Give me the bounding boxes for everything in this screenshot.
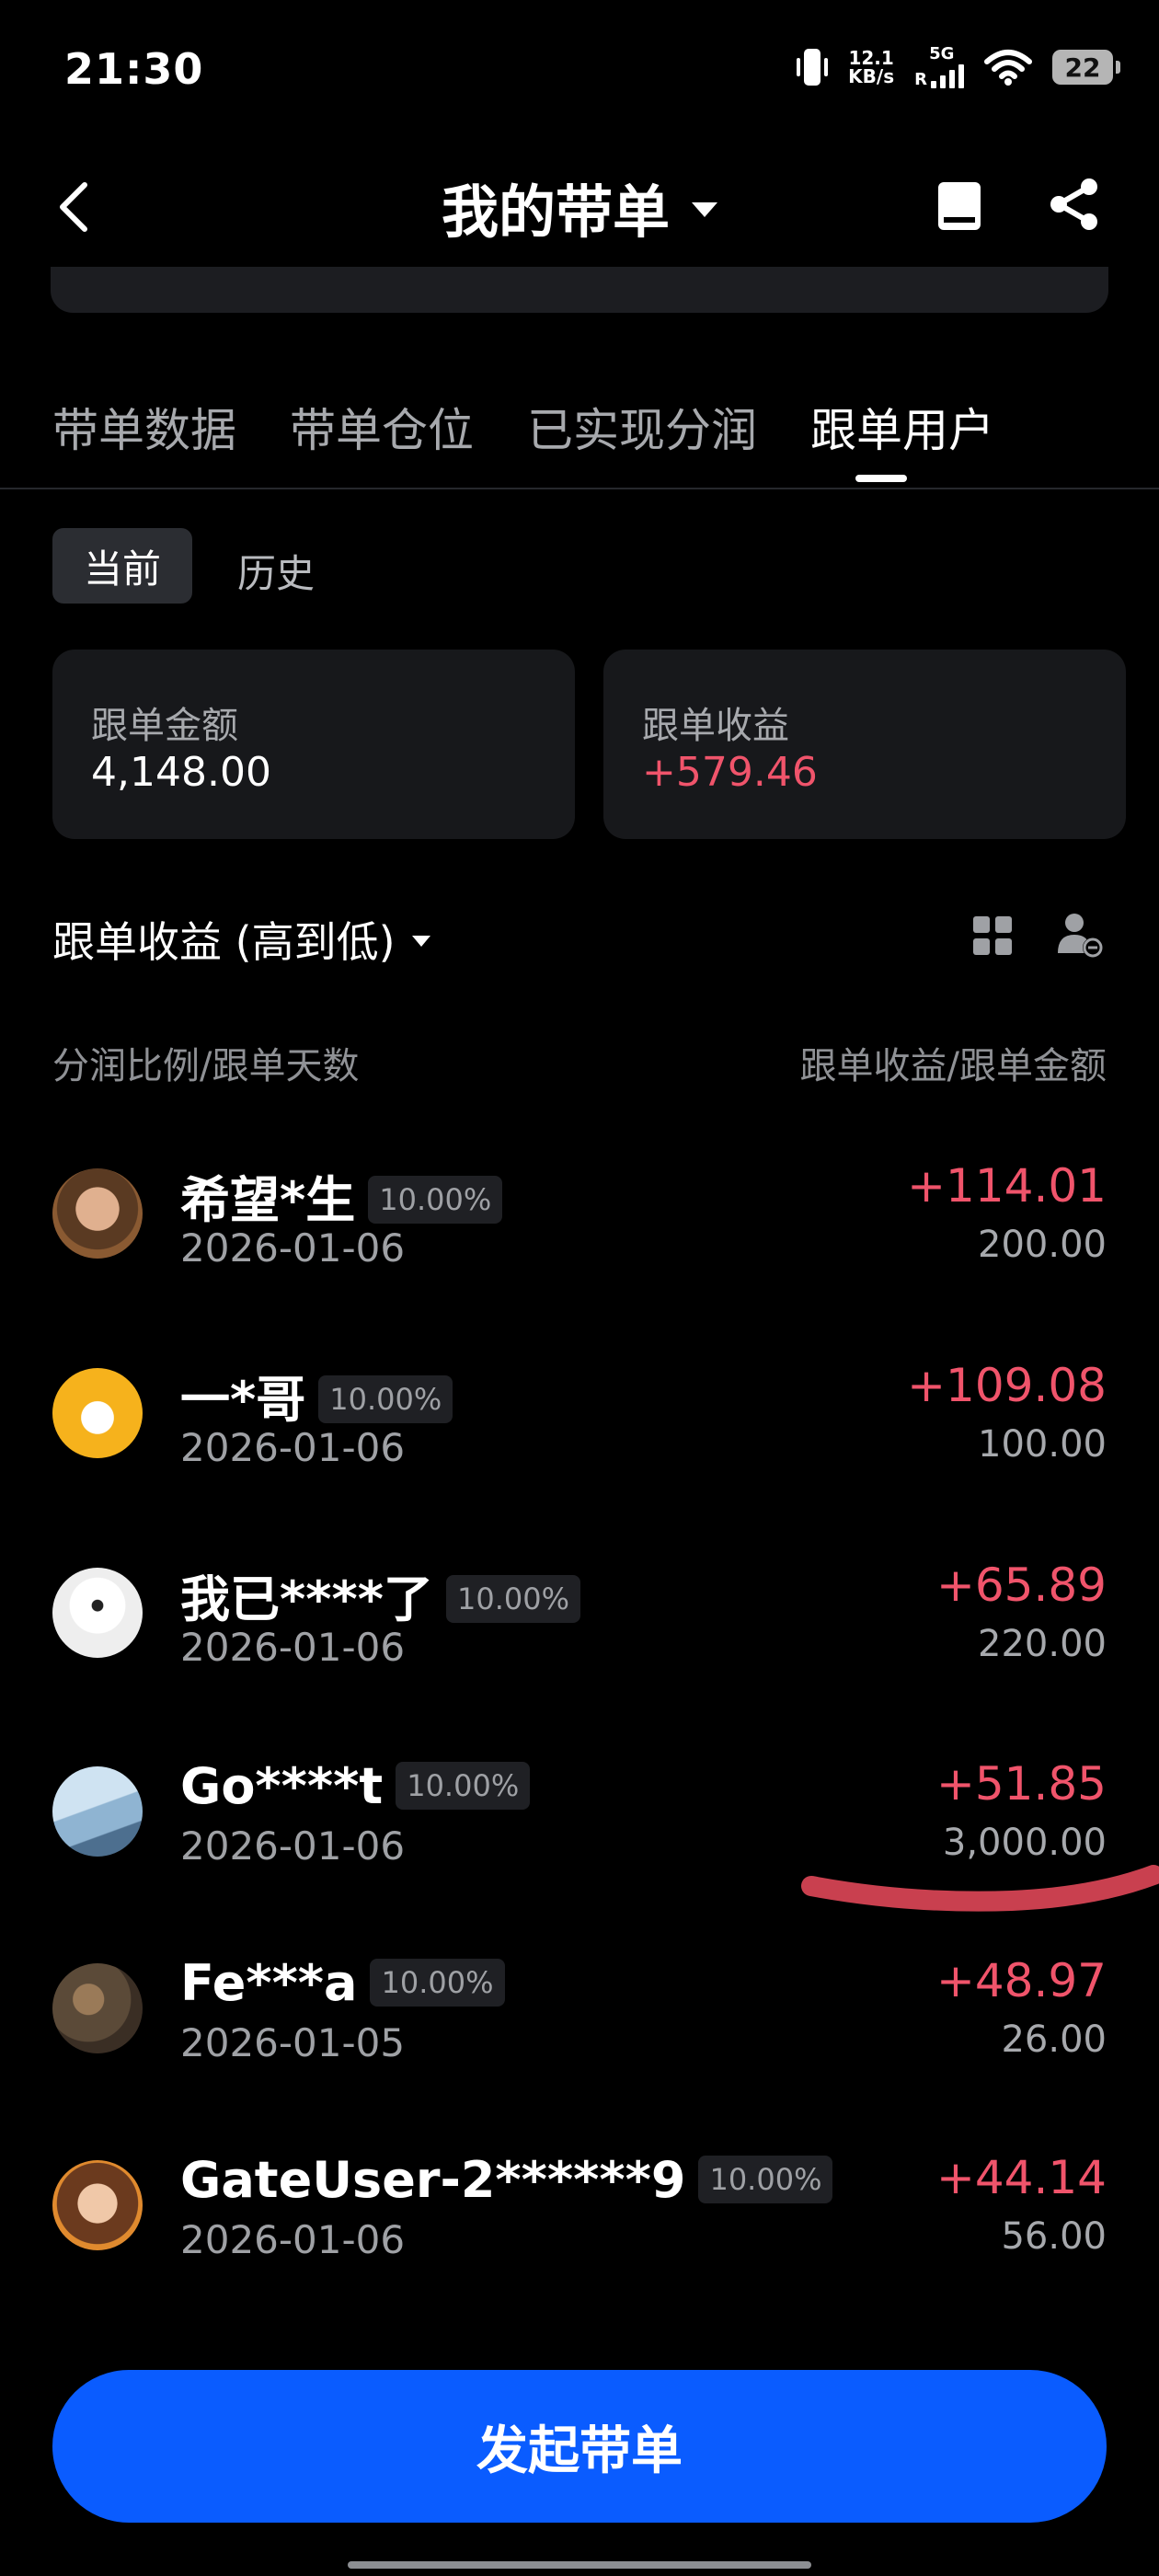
network-speed: 12.1 KB/s bbox=[848, 49, 894, 86]
avatar bbox=[52, 1168, 143, 1259]
ratio-badge: 10.00% bbox=[698, 2156, 833, 2204]
ratio-badge: 10.00% bbox=[370, 1959, 505, 2007]
active-tab-indicator bbox=[855, 475, 907, 482]
follower-name: 希望*生 bbox=[180, 1171, 356, 1229]
cell-signal-icon: 5G R bbox=[914, 46, 964, 88]
follower-profit: +51.85 bbox=[935, 1757, 1107, 1811]
follower-date: 2026-01-06 bbox=[180, 1625, 406, 1670]
home-indicator[interactable] bbox=[348, 2561, 811, 2569]
follower-amount: 220.00 bbox=[978, 1623, 1107, 1665]
collapsed-panel-edge bbox=[51, 267, 1108, 313]
avatar bbox=[52, 1963, 143, 2053]
caret-down-icon bbox=[692, 202, 717, 217]
ratio-badge: 10.00% bbox=[445, 1575, 580, 1624]
follower-amount: 100.00 bbox=[978, 1423, 1107, 1466]
vibrate-icon bbox=[797, 47, 829, 87]
follow-profit-label: 跟单收益 bbox=[642, 705, 789, 747]
segment-history[interactable]: 历史 bbox=[237, 543, 315, 599]
follower-row[interactable]: 希望*生 10.00% 2026-01-06 +114.01 200.00 bbox=[0, 1132, 1159, 1316]
follow-amount-card: 跟单金额 4,148.00 bbox=[52, 650, 575, 839]
roaming-indicator: R bbox=[914, 70, 927, 89]
follower-date: 2026-01-06 bbox=[180, 1823, 406, 1869]
follower-name: 一*哥 bbox=[180, 1371, 306, 1429]
follower-date: 2026-01-06 bbox=[180, 2217, 406, 2262]
follower-row[interactable]: 一*哥 10.00% 2026-01-06 +109.08 100.00 bbox=[0, 1331, 1159, 1515]
caret-down-icon bbox=[411, 936, 430, 947]
avatar bbox=[52, 1766, 143, 1857]
tab-trading-data[interactable]: 带单数据 bbox=[52, 394, 236, 460]
sort-label: 跟单收益 (高到低) bbox=[52, 917, 396, 967]
column-header-profit-amount: 跟单收益/跟单金额 bbox=[799, 1045, 1107, 1087]
user-remove-icon[interactable] bbox=[1056, 911, 1104, 959]
avatar bbox=[52, 2160, 143, 2250]
grid-view-icon[interactable] bbox=[973, 916, 1012, 955]
tab-realized-profit-share[interactable]: 已实现分润 bbox=[527, 394, 757, 460]
status-icons: 12.1 KB/s 5G R 22 bbox=[797, 46, 1120, 88]
network-type: 5G bbox=[929, 44, 955, 63]
follower-date: 2026-01-06 bbox=[180, 1225, 406, 1271]
sort-dropdown[interactable]: 跟单收益 (高到低) bbox=[52, 909, 430, 970]
follower-name: GateUser-2******9 bbox=[180, 2151, 686, 2209]
avatar bbox=[52, 1568, 143, 1658]
battery-icon: 22 bbox=[1052, 50, 1120, 85]
ratio-badge: 10.00% bbox=[396, 1762, 531, 1811]
follower-profit: +48.97 bbox=[935, 1954, 1107, 2007]
follower-profit: +109.08 bbox=[907, 1359, 1107, 1412]
follower-amount: 26.00 bbox=[1001, 2018, 1107, 2061]
ratio-badge: 10.00% bbox=[368, 1176, 503, 1225]
net-speed-unit: KB/s bbox=[848, 65, 895, 87]
follow-profit-value: +579.46 bbox=[642, 749, 818, 796]
follower-profit: +65.89 bbox=[935, 1558, 1107, 1612]
start-copy-trading-button[interactable]: 发起带单 bbox=[52, 2370, 1107, 2523]
follower-profit: +44.14 bbox=[935, 2151, 1107, 2204]
avatar bbox=[52, 1368, 143, 1458]
follower-amount: 56.00 bbox=[1001, 2215, 1107, 2258]
follower-date: 2026-01-05 bbox=[180, 2020, 406, 2065]
segment-current[interactable]: 当前 bbox=[52, 528, 192, 604]
follower-amount: 200.00 bbox=[978, 1224, 1107, 1266]
share-icon[interactable] bbox=[1047, 177, 1102, 232]
follower-name: Go****t bbox=[180, 1757, 384, 1815]
wifi-icon bbox=[984, 50, 1032, 86]
title-dropdown[interactable]: 我的带单 bbox=[0, 166, 1159, 248]
follower-row[interactable]: Fe***a 10.00% 2026-01-05 +48.97 26.00 bbox=[0, 1926, 1159, 2110]
tab-followers[interactable]: 跟单用户 bbox=[810, 394, 994, 460]
tab-divider bbox=[0, 488, 1159, 489]
tab-positions[interactable]: 带单仓位 bbox=[290, 394, 474, 460]
page-title: 我的带单 bbox=[441, 178, 670, 246]
net-speed-value: 12.1 bbox=[848, 47, 894, 69]
follower-row[interactable]: GateUser-2******9 10.00% 2026-01-06 +44.1… bbox=[0, 2123, 1159, 2307]
follow-amount-label: 跟单金额 bbox=[91, 705, 238, 747]
ratio-badge: 10.00% bbox=[318, 1375, 453, 1424]
follow-amount-value: 4,148.00 bbox=[91, 749, 271, 796]
annotation-stroke bbox=[801, 1865, 1159, 1912]
column-header-ratio-days: 分润比例/跟单天数 bbox=[52, 1045, 360, 1087]
tab-bar: 带单数据 带单仓位 已实现分润 跟单用户 bbox=[52, 394, 994, 460]
status-time: 21:30 bbox=[64, 44, 204, 94]
book-icon[interactable] bbox=[936, 180, 982, 232]
follow-profit-card: 跟单收益 +579.46 bbox=[603, 650, 1126, 839]
follower-profit: +114.01 bbox=[907, 1159, 1107, 1213]
follower-name: 我已****了 bbox=[180, 1570, 433, 1628]
follower-row[interactable]: 我已****了 10.00% 2026-01-06 +65.89 220.00 bbox=[0, 1531, 1159, 1715]
follower-name: Fe***a bbox=[180, 1954, 358, 2012]
follower-date: 2026-01-06 bbox=[180, 1425, 406, 1470]
